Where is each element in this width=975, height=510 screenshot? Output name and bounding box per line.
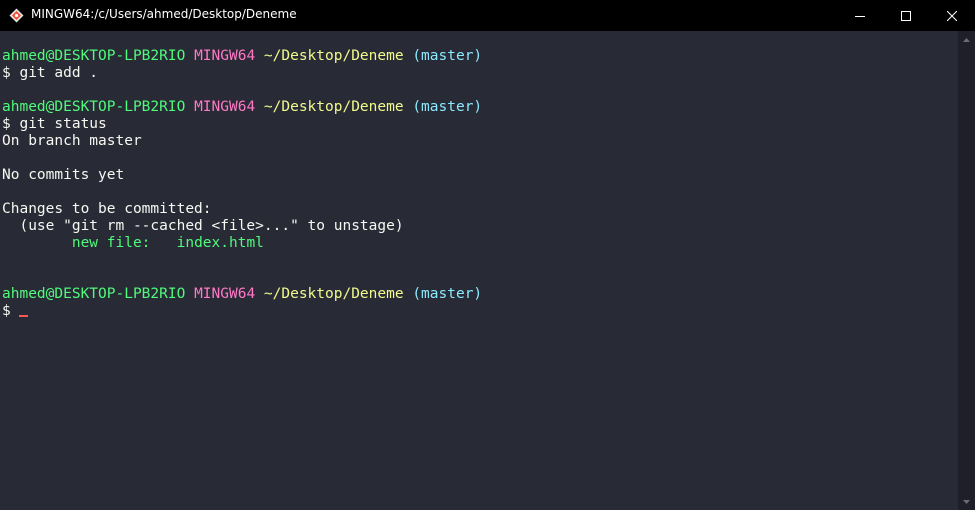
- title-bar[interactable]: MINGW64:/c/Users/ahmed/Desktop/Deneme: [0, 0, 975, 31]
- scroll-down-button[interactable]: [958, 493, 975, 510]
- prompt-path: ~/Desktop/Deneme: [263, 99, 404, 115]
- output-branch-line: On branch master: [2, 133, 142, 149]
- prompt-branch: (master): [412, 48, 483, 64]
- output-changes-header: Changes to be committed:: [2, 201, 212, 217]
- output-new-file: new file: index.html: [2, 235, 264, 252]
- vertical-scrollbar[interactable]: [958, 31, 975, 510]
- prompt-user: ahmed@DESKTOP-LPB2RIO: [2, 48, 186, 64]
- prompt-path: ~/Desktop/Deneme: [263, 48, 404, 64]
- prompt-system: MINGW64: [194, 99, 256, 115]
- command-line: $ git add .: [2, 65, 99, 81]
- prompt-path: ~/Desktop/Deneme: [263, 286, 404, 302]
- prompt-line: ahmed@DESKTOP-LPB2RIO MINGW64 ~/Desktop/…: [2, 48, 482, 65]
- close-icon: [947, 10, 957, 21]
- maximize-button[interactable]: [883, 0, 929, 31]
- prompt-line: ahmed@DESKTOP-LPB2RIO MINGW64 ~/Desktop/…: [2, 286, 482, 303]
- command-line: $ git status: [2, 116, 107, 132]
- prompt-user: ahmed@DESKTOP-LPB2RIO: [2, 286, 186, 302]
- prompt-system: MINGW64: [194, 48, 256, 64]
- new-file-label: new file:: [2, 235, 177, 251]
- command-line[interactable]: $: [2, 303, 29, 320]
- text-cursor: [19, 315, 29, 317]
- prompt-user: ahmed@DESKTOP-LPB2RIO: [2, 99, 186, 115]
- prompt-branch: (master): [412, 99, 483, 115]
- prompt-system: MINGW64: [194, 286, 256, 302]
- terminal-output[interactable]: ahmed@DESKTOP-LPB2RIO MINGW64 ~/Desktop/…: [0, 31, 958, 510]
- close-button[interactable]: [929, 0, 975, 31]
- scroll-up-button[interactable]: [958, 31, 975, 48]
- scroll-up-icon: [963, 37, 970, 42]
- scroll-down-icon: [963, 499, 970, 504]
- minimize-button[interactable]: [837, 0, 883, 31]
- maximize-icon: [901, 10, 911, 21]
- terminal-window: MINGW64:/c/Users/ahmed/Desktop/Deneme ah…: [0, 0, 975, 510]
- new-file-name: index.html: [176, 235, 264, 251]
- output-commits-line: No commits yet: [2, 167, 125, 183]
- git-bash-icon: [9, 8, 24, 23]
- prompt-branch: (master): [412, 286, 483, 302]
- window-title: MINGW64:/c/Users/ahmed/Desktop/Deneme: [31, 7, 297, 21]
- command-input[interactable]: $: [2, 303, 19, 319]
- prompt-line: ahmed@DESKTOP-LPB2RIO MINGW64 ~/Desktop/…: [2, 99, 482, 116]
- output-hint: (use "git rm --cached <file>..." to unst…: [2, 218, 404, 234]
- minimize-icon: [855, 15, 865, 17]
